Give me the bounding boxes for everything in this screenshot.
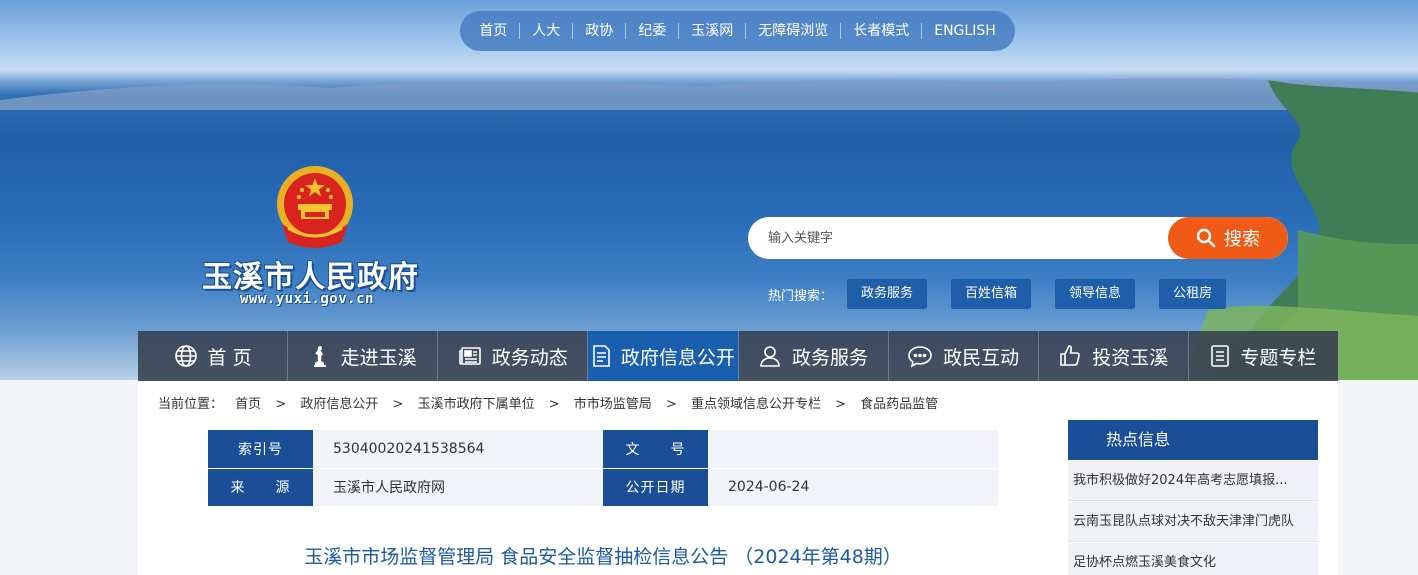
chevron-right-icon: > — [392, 397, 404, 412]
table-row: 来 源 玉溪市人民政府网 公开日期 2024-06-24 — [208, 468, 998, 507]
search-icon — [1196, 228, 1216, 248]
thumbs-up-icon — [1060, 345, 1081, 366]
document-icon — [593, 345, 610, 367]
breadcrumb-label: 当前位置： — [158, 397, 224, 412]
main-nav-home-label: 首 页 — [207, 346, 252, 369]
table-row: 索引号 53040020241538564 文 号 — [208, 430, 998, 469]
main-nav-investment-label: 投资玉溪 — [1092, 346, 1169, 369]
main-nav: 首 页 走进玉溪 政务动态 政府信息公开 政务服务 政民互动 投资玉溪 专题专栏 — [138, 331, 1338, 381]
source-value: 玉溪市人民政府网 — [313, 468, 603, 507]
hot-tag-gov-service[interactable]: 政务服务 — [847, 279, 928, 309]
publish-date-label: 公开日期 — [603, 468, 708, 507]
main-nav-interaction-label: 政民互动 — [943, 346, 1020, 369]
breadcrumb-item[interactable]: 首页 — [235, 397, 261, 412]
breadcrumb-item[interactable]: 玉溪市政府下属单位 — [418, 397, 535, 412]
main-nav-topics[interactable]: 专题专栏 — [1189, 331, 1338, 381]
statue-icon — [313, 346, 326, 367]
main-nav-home[interactable]: 首 页 — [138, 331, 289, 381]
main-nav-about-label: 走进玉溪 — [340, 346, 417, 369]
content-panel: 当前位置： 首页 > 政府信息公开 > 玉溪市政府下属单位 > 市市场监管局 >… — [138, 381, 1338, 575]
index-label: 索引号 — [208, 430, 313, 469]
site-title[interactable]: 玉溪市人民政府 — [202, 252, 419, 296]
main-nav-about[interactable]: 走进玉溪 — [288, 331, 439, 381]
main-nav-gov-info-label: 政府信息公开 — [620, 346, 735, 369]
main-nav-services[interactable]: 政务服务 — [739, 331, 889, 381]
search-input[interactable] — [748, 217, 1168, 259]
main-nav-news[interactable]: 政务动态 — [438, 331, 589, 381]
search-box: 搜索 — [748, 217, 1288, 259]
globe-icon — [174, 345, 197, 367]
chat-icon — [908, 346, 932, 368]
user-icon — [760, 346, 780, 367]
chevron-right-icon: > — [548, 397, 560, 412]
breadcrumb-item[interactable]: 政府信息公开 — [300, 397, 378, 412]
top-nav-discipline[interactable]: 纪委 — [625, 23, 678, 39]
main-nav-news-label: 政务动态 — [491, 346, 568, 369]
hot-tag-leaders[interactable]: 领导信息 — [1055, 279, 1136, 309]
top-nav: 首页 人大 政协 纪委 玉溪网 无障碍浏览 长者模式 ENGLISH — [460, 11, 1015, 51]
top-nav-elder-mode[interactable]: 长者模式 — [840, 23, 921, 39]
hot-info-item[interactable]: 我市积极做好2024年高考志愿填报... — [1068, 461, 1318, 501]
main-nav-gov-info[interactable]: 政府信息公开 — [588, 331, 739, 381]
main-nav-investment[interactable]: 投资玉溪 — [1039, 331, 1189, 381]
top-nav-yuxi-net[interactable]: 玉溪网 — [678, 23, 745, 39]
main-nav-topics-label: 专题专栏 — [1240, 346, 1317, 369]
publish-date-value: 2024-06-24 — [708, 468, 998, 507]
site-url: www.yuxi.gov.cn — [240, 291, 374, 307]
hot-info-item[interactable]: 足协杯点燃玉溪美食文化 — [1068, 543, 1318, 575]
main-nav-services-label: 政务服务 — [792, 346, 869, 369]
doc-number-value — [708, 430, 998, 469]
breadcrumb-item[interactable]: 食品药品监管 — [860, 397, 938, 412]
chevron-right-icon: > — [665, 397, 677, 412]
hot-tag-mailbox[interactable]: 百姓信箱 — [951, 279, 1032, 309]
index-value: 53040020241538564 — [313, 430, 603, 469]
chevron-right-icon: > — [835, 397, 847, 412]
document-meta-table: 索引号 53040020241538564 文 号 来 源 玉溪市人民政府网 公… — [208, 430, 998, 507]
top-nav-cppcc[interactable]: 政协 — [572, 23, 625, 39]
hot-search: 热门搜索： 政务服务 百姓信箱 领导信息 公租房 — [768, 279, 1250, 309]
search-button-label: 搜索 — [1224, 229, 1260, 250]
top-nav-english[interactable]: ENGLISH — [921, 23, 1008, 39]
national-emblem-icon[interactable] — [272, 164, 358, 254]
hot-info-header: 热点信息 — [1068, 420, 1318, 460]
main-nav-interaction[interactable]: 政民互动 — [889, 331, 1039, 381]
hot-info-item[interactable]: 云南玉昆队点球对决不敌天津津门虎队 — [1068, 502, 1318, 542]
top-nav-home[interactable]: 首页 — [467, 23, 519, 39]
list-icon — [1211, 345, 1230, 367]
top-nav-accessibility[interactable]: 无障碍浏览 — [745, 23, 840, 39]
newspaper-icon — [458, 347, 481, 365]
breadcrumb: 当前位置： 首页 > 政府信息公开 > 玉溪市政府下属单位 > 市市场监管局 >… — [158, 393, 938, 412]
source-label: 来 源 — [208, 468, 313, 507]
search-button[interactable]: 搜索 — [1168, 217, 1288, 259]
hot-search-label: 热门搜索： — [768, 288, 834, 304]
chevron-right-icon: > — [275, 397, 287, 412]
top-nav-npc[interactable]: 人大 — [519, 23, 572, 39]
hot-tag-public-housing[interactable]: 公租房 — [1159, 279, 1227, 309]
breadcrumb-item[interactable]: 市市场监管局 — [574, 397, 652, 412]
doc-number-label: 文 号 — [603, 430, 708, 469]
article-title: 玉溪市市场监督管理局 食品安全监督抽检信息公告 （2024年第48期） — [304, 546, 902, 568]
hot-info-panel: 热点信息 我市积极做好2024年高考志愿填报... 云南玉昆队点球对决不敌天津津… — [1068, 420, 1318, 575]
breadcrumb-item[interactable]: 重点领域信息公开专栏 — [691, 397, 821, 412]
